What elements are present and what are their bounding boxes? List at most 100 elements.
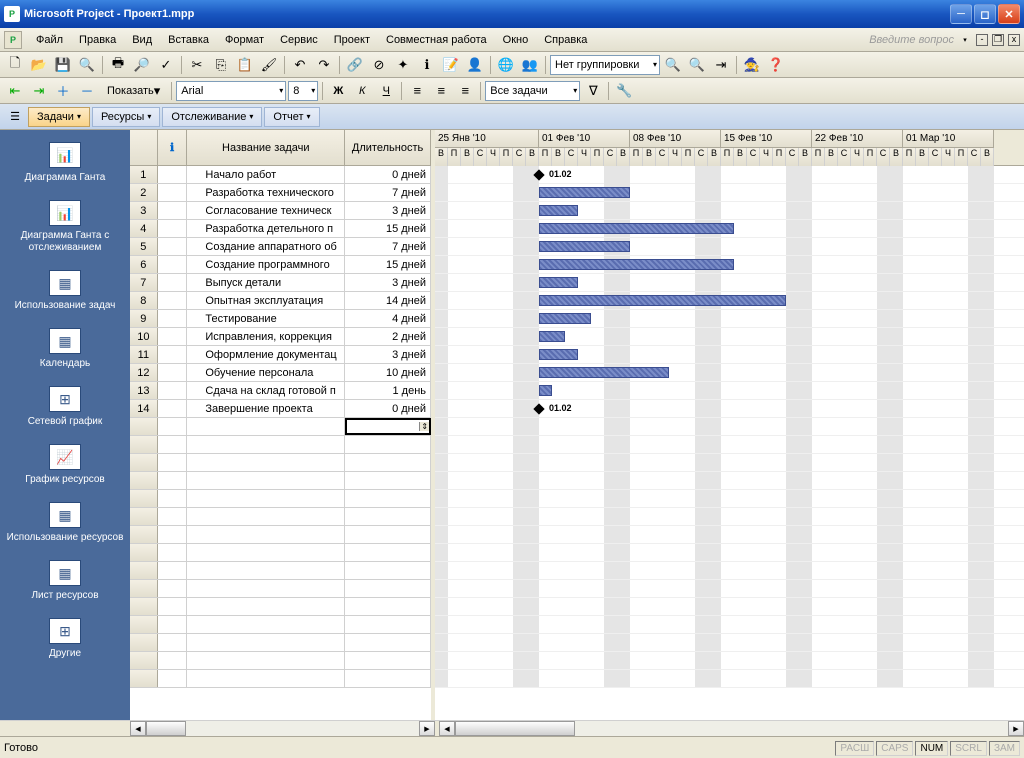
maximize-button[interactable]: ◻ — [974, 4, 996, 24]
info-cell[interactable] — [158, 616, 188, 633]
filter-combo[interactable]: Все задачи — [485, 81, 580, 101]
publish-icon[interactable]: 🌐 — [495, 54, 517, 76]
task-row[interactable]: 2 Разработка технического 7 дней — [130, 184, 431, 202]
preview-icon[interactable]: 🔎 — [131, 54, 153, 76]
italic-icon[interactable]: К — [351, 80, 373, 102]
save-icon[interactable]: 💾 — [52, 54, 74, 76]
day-header[interactable]: В — [617, 148, 630, 166]
grid-scroll-left[interactable]: ◀ — [130, 721, 146, 736]
day-header[interactable]: Ч — [760, 148, 773, 166]
task-name-cell[interactable]: Выпуск детали — [187, 274, 345, 291]
day-header[interactable]: Ч — [942, 148, 955, 166]
duration-cell[interactable] — [345, 490, 431, 507]
view-3[interactable]: ▦Календарь — [0, 320, 130, 378]
gantt-row[interactable] — [435, 526, 1024, 544]
duration-cell[interactable] — [345, 598, 431, 615]
row-number[interactable] — [130, 580, 158, 597]
print-icon[interactable]: 🖶 — [107, 54, 129, 76]
week-header[interactable]: 08 Фев '10 — [630, 130, 721, 148]
task-name-cell[interactable]: Исправления, коррекция — [187, 328, 345, 345]
day-header[interactable]: Ч — [487, 148, 500, 166]
week-header[interactable]: 01 Фев '10 — [539, 130, 630, 148]
row-number[interactable]: 14 — [130, 400, 158, 417]
task-name-cell[interactable] — [187, 634, 345, 651]
info-cell[interactable] — [158, 472, 188, 489]
task-name-cell[interactable] — [187, 418, 345, 435]
format-painter-icon[interactable]: 🖌 — [258, 54, 280, 76]
day-header[interactable]: С — [786, 148, 799, 166]
goto-icon[interactable]: ⇥ — [710, 54, 732, 76]
duration-cell[interactable] — [345, 544, 431, 561]
day-header[interactable]: В — [916, 148, 929, 166]
question-box[interactable]: Введите вопрос — [818, 34, 958, 46]
row-number[interactable] — [130, 490, 158, 507]
col-taskname[interactable]: Название задачи — [187, 130, 345, 165]
row-number[interactable] — [130, 598, 158, 615]
info-cell[interactable] — [158, 490, 188, 507]
minimize-button[interactable]: ─ — [950, 4, 972, 24]
paste-icon[interactable]: 📋 — [234, 54, 256, 76]
gantt-row[interactable] — [435, 616, 1024, 634]
gantt-row[interactable] — [435, 202, 1024, 220]
day-header[interactable]: В — [552, 148, 565, 166]
info-cell[interactable] — [158, 400, 188, 417]
task-row[interactable]: 7 Выпуск детали 3 дней — [130, 274, 431, 292]
task-name-cell[interactable]: Согласование техническ — [187, 202, 345, 219]
task-row[interactable]: 10 Исправления, коррекция 2 дней — [130, 328, 431, 346]
day-header[interactable]: С — [747, 148, 760, 166]
task-name-cell[interactable] — [187, 490, 345, 507]
day-header[interactable]: С — [968, 148, 981, 166]
menu-tools[interactable]: Сервис — [272, 31, 326, 49]
duration-cell[interactable] — [345, 616, 431, 633]
day-header[interactable]: П — [539, 148, 552, 166]
day-header[interactable]: В — [461, 148, 474, 166]
tab-tracking[interactable]: Отслеживание▾ — [162, 107, 262, 127]
gantt-row[interactable] — [435, 634, 1024, 652]
gantt-bar[interactable] — [539, 349, 578, 360]
info-cell[interactable] — [158, 256, 188, 273]
row-number[interactable] — [130, 418, 158, 435]
col-duration[interactable]: Длительность — [345, 130, 431, 165]
duration-cell[interactable]: 3 дней — [345, 202, 431, 219]
gantt-scroll-right[interactable]: ▶ — [1008, 721, 1024, 736]
grid-body[interactable]: 1 Начало работ 0 дней 2 Разработка техни… — [130, 166, 431, 720]
align-left-icon[interactable]: ≡ — [406, 80, 428, 102]
task-name-cell[interactable] — [187, 562, 345, 579]
task-name-cell[interactable] — [187, 508, 345, 525]
gantt-bar[interactable] — [539, 385, 552, 396]
info-cell[interactable] — [158, 274, 188, 291]
task-name-cell[interactable]: Опытная эксплуатация — [187, 292, 345, 309]
gantt-row[interactable] — [435, 436, 1024, 454]
gantt-bar[interactable] — [539, 223, 734, 234]
gantt-row[interactable] — [435, 508, 1024, 526]
info-cell[interactable] — [158, 220, 188, 237]
day-header[interactable]: В — [890, 148, 903, 166]
task-name-cell[interactable] — [187, 436, 345, 453]
row-number[interactable]: 11 — [130, 346, 158, 363]
task-row[interactable]: 12 Обучение персонала 10 дней — [130, 364, 431, 382]
grid-scroll-right[interactable]: ▶ — [419, 721, 435, 736]
row-number[interactable] — [130, 472, 158, 489]
row-number[interactable]: 5 — [130, 238, 158, 255]
day-header[interactable]: Ч — [669, 148, 682, 166]
duration-cell[interactable] — [345, 436, 431, 453]
underline-icon[interactable]: Ч — [375, 80, 397, 102]
gantt-row[interactable] — [435, 274, 1024, 292]
task-row[interactable] — [130, 436, 431, 454]
task-name-cell[interactable] — [187, 652, 345, 669]
grid-scroll-track[interactable] — [146, 721, 419, 736]
menu-window[interactable]: Окно — [495, 31, 537, 49]
group-combo[interactable]: Нет группировки — [550, 55, 660, 75]
duration-cell[interactable] — [345, 562, 431, 579]
undo-icon[interactable]: ↶ — [289, 54, 311, 76]
size-combo[interactable]: 8 — [288, 81, 318, 101]
row-number[interactable]: 2 — [130, 184, 158, 201]
duration-cell[interactable]: 2 дней — [345, 328, 431, 345]
task-row[interactable] — [130, 526, 431, 544]
tab-tasks[interactable]: Задачи▾ — [28, 107, 90, 127]
info-cell[interactable] — [158, 562, 188, 579]
day-header[interactable]: В — [825, 148, 838, 166]
info-cell[interactable] — [158, 364, 188, 381]
task-name-cell[interactable] — [187, 544, 345, 561]
info-cell[interactable] — [158, 544, 188, 561]
